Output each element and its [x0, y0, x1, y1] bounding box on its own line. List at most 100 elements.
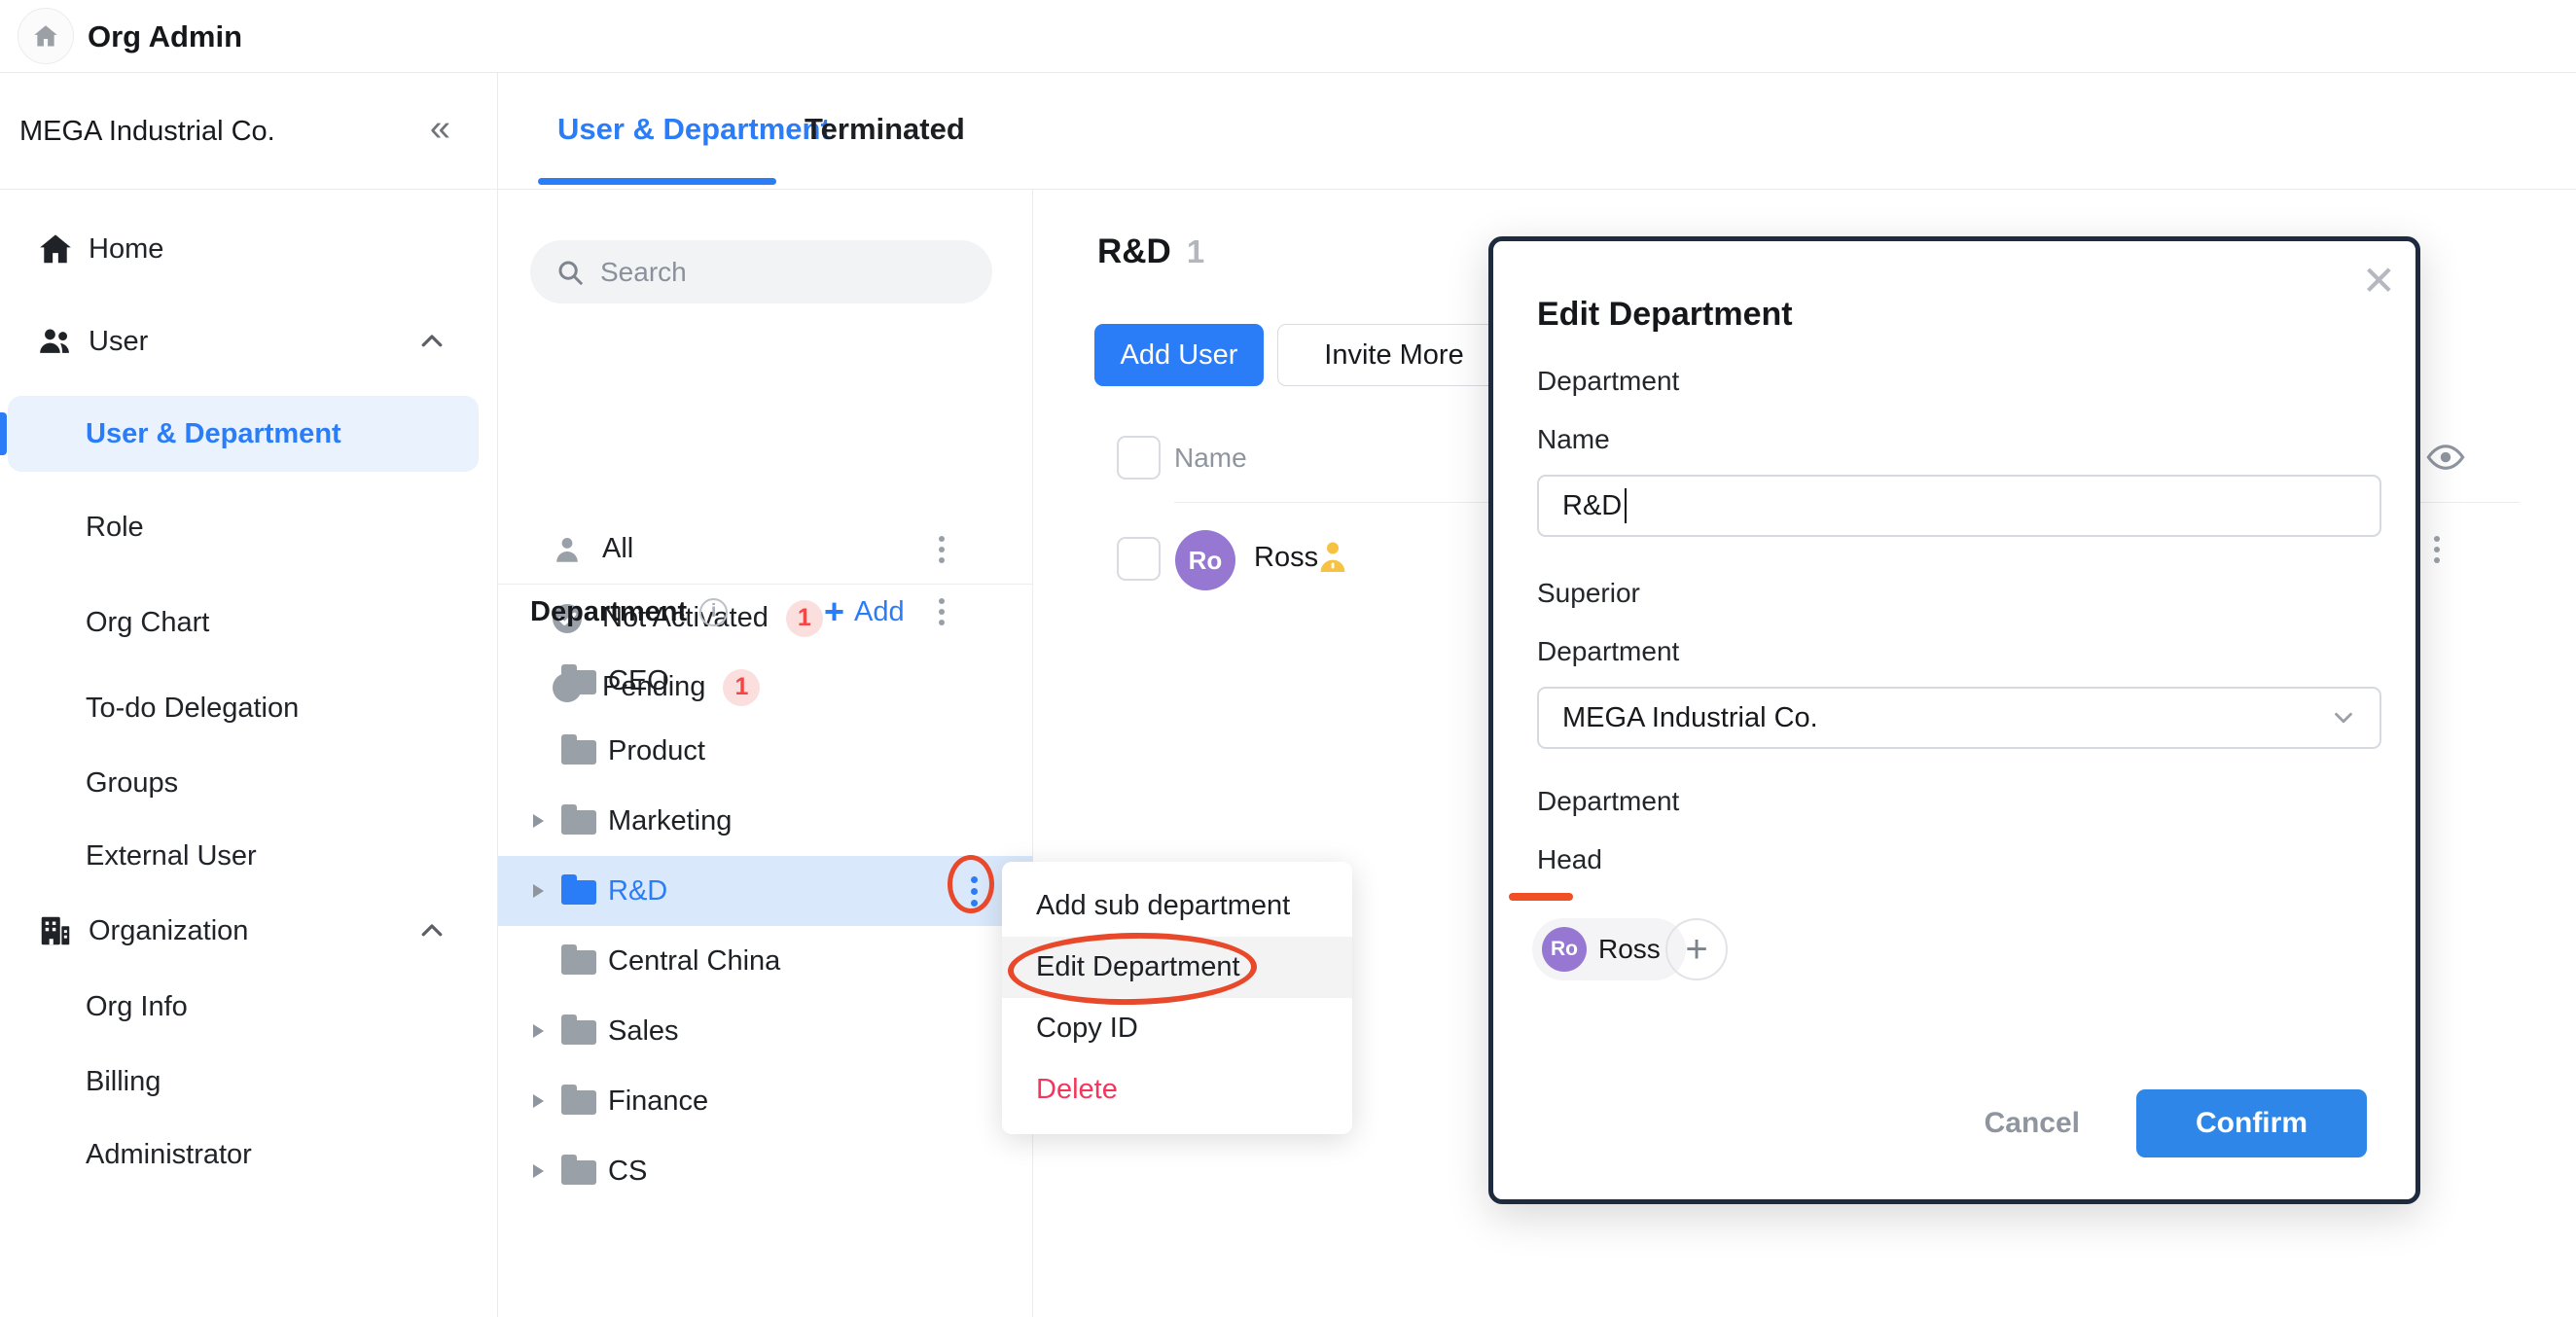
selected-item-bar [0, 412, 7, 455]
edit-department-modal: ✕ Edit Department Department Name R&D Su… [1488, 236, 2420, 1204]
close-icon[interactable]: ✕ [2362, 261, 2396, 302]
eye-icon[interactable] [2426, 445, 2465, 472]
info-icon[interactable]: i [699, 598, 728, 626]
menu-item-edit-department[interactable]: Edit Department [1002, 937, 1352, 998]
tree-item-finance[interactable]: Finance [498, 1066, 1033, 1136]
tree-item-ceo[interactable]: CEO [498, 646, 1033, 716]
sidebar-item-label: Administrator [86, 1139, 252, 1171]
member-count: 1 [1187, 233, 1204, 270]
sidebar-item-administrator[interactable]: Administrator [0, 1116, 497, 1193]
name-column-header: Name [1174, 436, 1247, 481]
tree-item-cs[interactable]: CS [498, 1136, 1033, 1206]
sidebar-item-org-chart[interactable]: Org Chart [0, 584, 497, 661]
sidebar-item-billing[interactable]: Billing [0, 1043, 497, 1121]
all-more-actions-icon[interactable] [931, 528, 952, 571]
row-checkbox[interactable] [1117, 537, 1161, 581]
sidebar-item-groups[interactable]: Groups [0, 744, 497, 822]
red-underline-annotation [1509, 893, 1573, 901]
person-icon [550, 532, 585, 567]
tree-item-product[interactable]: Product [498, 716, 1033, 786]
row-more-actions-icon[interactable] [2426, 528, 2448, 571]
tab-terminated[interactable]: Terminated [805, 73, 965, 190]
folder-icon [561, 880, 596, 905]
name-field-label-line1: Department [1537, 366, 1679, 397]
add-user-button[interactable]: Add User [1094, 324, 1264, 386]
rnd-more-actions-icon[interactable] [963, 869, 985, 914]
collapse-sidebar-icon[interactable]: « [430, 73, 450, 190]
head-label-line1: Department [1537, 786, 1679, 817]
department-more-actions-icon[interactable] [931, 590, 952, 633]
invite-more-button[interactable]: Invite More [1277, 324, 1511, 386]
chevron-up-icon[interactable] [417, 916, 447, 945]
department-section-title: Department [530, 596, 687, 628]
home-button[interactable] [18, 8, 74, 64]
plus-icon: + [824, 597, 844, 626]
sidebar-item-external-user[interactable]: External User [0, 817, 497, 895]
confirm-button[interactable]: Confirm [2136, 1089, 2367, 1157]
tree-item-rnd[interactable]: R&D [498, 856, 1033, 926]
tree-item-sales[interactable]: Sales [498, 996, 1033, 1066]
sidebar-item-label: Groups [86, 767, 178, 800]
add-department-button[interactable]: + Add [824, 596, 905, 628]
sidebar-item-role[interactable]: Role [0, 488, 497, 566]
sidebar-item-organization[interactable]: Organization [0, 892, 497, 970]
filter-label: All [602, 533, 633, 565]
sidebar-item-user-department[interactable]: User & Department [0, 395, 497, 473]
sidebar: MEGA Industrial Co. « Home User User & D… [0, 73, 498, 1317]
expand-caret-icon[interactable] [533, 814, 544, 828]
superior-label-line2: Department [1537, 636, 1679, 667]
department-head-chip[interactable]: Ro Ross [1532, 918, 1686, 980]
cancel-button[interactable]: Cancel [1985, 1107, 2080, 1140]
sidebar-item-label: Org Info [86, 991, 188, 1023]
building-icon [37, 912, 74, 949]
sidebar-header: MEGA Industrial Co. « [0, 73, 497, 190]
text-cursor [1625, 488, 1627, 523]
tree-item-central-china[interactable]: Central China [498, 926, 1033, 996]
expand-caret-icon[interactable] [533, 884, 544, 898]
sidebar-item-user[interactable]: User [0, 303, 497, 380]
top-bar: Org Admin [0, 0, 2576, 73]
sidebar-item-todo-delegation[interactable]: To-do Delegation [0, 669, 497, 747]
superior-department-select[interactable]: MEGA Industrial Co. [1537, 687, 2381, 749]
org-name: MEGA Industrial Co. [19, 73, 275, 190]
department-context-menu: Add sub department Edit Department Copy … [1002, 862, 1352, 1134]
folder-icon [561, 1020, 596, 1045]
menu-item-delete[interactable]: Delete [1002, 1059, 1352, 1121]
expand-caret-icon[interactable] [533, 1094, 544, 1108]
folder-icon [561, 670, 596, 694]
select-all-checkbox[interactable] [1117, 436, 1161, 480]
tab-user-department[interactable]: User & Department [557, 73, 831, 190]
name-field-label-line2: Name [1537, 424, 1610, 455]
user-name: Ross [1254, 542, 1318, 574]
sidebar-item-label: Role [86, 512, 144, 544]
department-panel: All Not Activated 1 Pending 1 Department… [498, 190, 1033, 1317]
chevron-up-icon[interactable] [417, 327, 447, 356]
folder-icon [561, 950, 596, 975]
avatar: Ro [1542, 927, 1587, 972]
sidebar-item-label: Home [89, 233, 163, 266]
app-title: Org Admin [88, 0, 242, 73]
expand-caret-icon[interactable] [533, 1164, 544, 1178]
sidebar-item-org-info[interactable]: Org Info [0, 968, 497, 1046]
sidebar-item-label: User [89, 326, 148, 358]
folder-icon [561, 1160, 596, 1185]
sidebar-item-home[interactable]: Home [0, 210, 497, 288]
search-input[interactable] [600, 257, 950, 288]
expand-caret-icon[interactable] [533, 1024, 544, 1038]
department-name-input[interactable]: R&D [1537, 475, 2381, 537]
menu-item-add-sub-department[interactable]: Add sub department [1002, 875, 1352, 937]
avatar: Ro [1175, 530, 1235, 590]
sidebar-item-label: External User [86, 840, 257, 872]
sidebar-item-label: Org Chart [86, 607, 209, 639]
sidebar-item-label: User & Department [86, 418, 341, 450]
search-box[interactable] [530, 240, 992, 303]
menu-item-copy-id[interactable]: Copy ID [1002, 998, 1352, 1059]
users-icon [37, 323, 74, 360]
superior-label-line1: Superior [1537, 578, 1640, 609]
add-head-button[interactable]: + [1665, 918, 1728, 980]
tree-item-marketing[interactable]: Marketing [498, 786, 1033, 856]
folder-icon [561, 740, 596, 765]
department-page-title: R&D [1097, 232, 1171, 271]
filter-all[interactable]: All [498, 515, 1032, 584]
sidebar-item-label: To-do Delegation [86, 693, 299, 725]
